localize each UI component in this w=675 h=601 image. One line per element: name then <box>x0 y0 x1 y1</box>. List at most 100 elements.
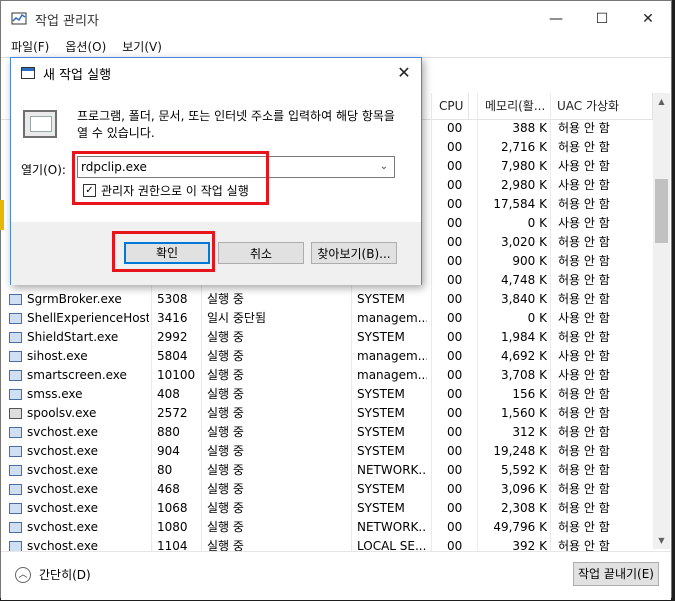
cell-uac: 허용 안 함 <box>558 235 610 249</box>
cell-pid: 2992 <box>157 330 188 344</box>
process-name: sihost.exe <box>27 349 88 363</box>
cell-cpu: 00 <box>447 121 463 135</box>
menu-view[interactable]: 보기(V) <box>112 37 168 57</box>
browse-button[interactable]: 찾아보기(B)... <box>311 242 397 264</box>
cell-pid: 880 <box>157 425 180 439</box>
task-manager-icon <box>11 12 27 25</box>
cell-memory: 2,308 K <box>500 501 547 515</box>
table-row[interactable]: ShieldStart.exe 2992 실행 중 SYSTEM 00 1,984 K 허용… <box>1 328 653 347</box>
cancel-button[interactable]: 취소 <box>218 242 304 264</box>
end-task-button[interactable]: 작업 끝내기(E) <box>573 562 659 586</box>
cell-status: 실행 중 <box>207 425 244 439</box>
cell-cpu: 00 <box>447 178 463 192</box>
process-icon <box>9 465 22 476</box>
table-row[interactable]: ShellExperienceHost... 3416 일시 중단됨 managem.… <box>1 309 653 328</box>
scroll-up-icon[interactable]: ▲ <box>653 93 670 110</box>
dialog-close-button[interactable]: ✕ <box>393 62 415 84</box>
column-uac[interactable]: UAC 가상화 <box>551 93 653 119</box>
cell-status: 실행 중 <box>207 520 244 534</box>
cell-name: sihost.exe <box>9 347 149 366</box>
cell-pid: 5804 <box>157 349 188 363</box>
table-row[interactable]: sihost.exe 5804 실행 중 managem... 00 4,692 K 사용 … <box>1 347 653 366</box>
close-button[interactable]: ✕ <box>625 1 671 37</box>
table-row[interactable]: svchost.exe 468 실행 중 SYSTEM 00 3,096 K 허용 안 함 <box>1 480 653 499</box>
cell-memory: 1,560 K <box>500 406 547 420</box>
process-name: SgrmBroker.exe <box>27 292 122 306</box>
menu-file[interactable]: 파일(F) <box>1 37 55 57</box>
table-row[interactable]: SgrmBroker.exe 5308 실행 중 SYSTEM 00 3,840 K 허용 … <box>1 290 653 309</box>
cell-cpu: 00 <box>447 425 463 439</box>
cell-cpu: 00 <box>447 482 463 496</box>
fewer-details-link[interactable]: ︿ 간단히(D) <box>15 566 91 583</box>
cell-cpu: 00 <box>447 292 463 306</box>
cell-status: 실행 중 <box>207 406 244 420</box>
cell-uac: 허용 안 함 <box>558 273 610 287</box>
cell-user: SYSTEM <box>357 501 405 515</box>
table-row[interactable]: smartscreen.exe 10100 실행 중 managem... 00 3,70… <box>1 366 653 385</box>
table-row[interactable]: svchost.exe 880 실행 중 SYSTEM 00 312 K 허용 안 함 <box>1 423 653 442</box>
cell-user: managem... <box>357 368 427 382</box>
cell-uac: 허용 안 함 <box>558 406 610 420</box>
cell-cpu: 00 <box>447 406 463 420</box>
cell-cpu: 00 <box>447 159 463 173</box>
table-row[interactable]: svchost.exe 80 실행 중 NETWORK... 00 5,592 K 허용 안… <box>1 461 653 480</box>
chevron-down-icon[interactable]: ⌄ <box>376 157 392 177</box>
cell-status: 실행 중 <box>207 349 244 363</box>
cell-name: ShellExperienceHost... <box>9 309 149 328</box>
cell-status: 실행 중 <box>207 292 244 306</box>
process-icon <box>9 332 22 343</box>
maximize-button[interactable]: ☐ <box>579 1 625 37</box>
cell-uac: 사용 안 함 <box>558 368 610 382</box>
cell-memory: 1,984 K <box>500 330 547 344</box>
process-name: svchost.exe <box>27 482 98 496</box>
cell-pid: 10100 <box>157 368 196 382</box>
cell-user: SYSTEM <box>357 406 405 420</box>
process-name: svchost.exe <box>27 501 98 515</box>
table-row[interactable]: svchost.exe 904 실행 중 SYSTEM 00 19,248 K 허용 안 함 <box>1 442 653 461</box>
cell-name: smss.exe <box>9 385 149 404</box>
process-name: ShellExperienceHost... <box>27 311 149 325</box>
cell-user: SYSTEM <box>357 387 405 401</box>
cell-pid: 904 <box>157 444 180 458</box>
column-cpu[interactable]: CPU <box>433 93 469 119</box>
cell-uac: 허용 안 함 <box>558 501 610 515</box>
cell-memory: 3,840 K <box>500 292 547 306</box>
column-memory[interactable]: 메모리(활... <box>479 93 551 119</box>
cell-name: SgrmBroker.exe <box>9 290 149 309</box>
cell-memory: 312 K <box>512 425 547 439</box>
process-icon <box>9 484 22 495</box>
cell-uac: 허용 안 함 <box>558 292 610 306</box>
cell-cpu: 00 <box>447 330 463 344</box>
table-row[interactable]: svchost.exe 1080 실행 중 NETWORK... 00 49,796 K 허… <box>1 518 653 537</box>
cell-name: svchost.exe <box>9 442 149 461</box>
scroll-down-icon[interactable]: ▼ <box>653 532 670 549</box>
process-icon <box>9 389 22 400</box>
cell-name: smartscreen.exe <box>9 366 149 385</box>
table-row[interactable]: svchost.exe 1068 실행 중 SYSTEM 00 2,308 K 허용 안 함 <box>1 499 653 518</box>
cell-uac: 허용 안 함 <box>558 463 610 477</box>
cell-status: 일시 중단됨 <box>207 311 267 325</box>
cell-cpu: 00 <box>447 520 463 534</box>
cell-pid: 468 <box>157 482 180 496</box>
run-icon <box>21 67 35 79</box>
cell-status: 실행 중 <box>207 501 244 515</box>
vertical-scrollbar[interactable]: ▲ ▼ <box>653 93 670 549</box>
process-name: smartscreen.exe <box>27 368 127 382</box>
cell-cpu: 00 <box>447 311 463 325</box>
dialog-title: 새 작업 실행 <box>43 67 112 83</box>
table-row[interactable]: spoolsv.exe 2572 실행 중 SYSTEM 00 1,560 K 허용 안 함 <box>1 404 653 423</box>
minimize-button[interactable]: — <box>533 1 579 37</box>
process-icon <box>9 446 22 457</box>
cell-pid: 408 <box>157 387 180 401</box>
cell-pid: 1080 <box>157 520 188 534</box>
cell-status: 실행 중 <box>207 368 244 382</box>
cell-uac: 허용 안 함 <box>558 444 610 458</box>
highlight-box-ok <box>112 231 215 272</box>
table-row[interactable]: smss.exe 408 실행 중 SYSTEM 00 156 K 허용 안 함 <box>1 385 653 404</box>
scrollbar-thumb[interactable] <box>655 179 668 243</box>
process-icon <box>9 294 22 305</box>
menu-options[interactable]: 옵션(O) <box>55 37 112 57</box>
cell-cpu: 00 <box>447 273 463 287</box>
process-icon <box>9 351 22 362</box>
cell-status: 실행 중 <box>207 482 244 496</box>
